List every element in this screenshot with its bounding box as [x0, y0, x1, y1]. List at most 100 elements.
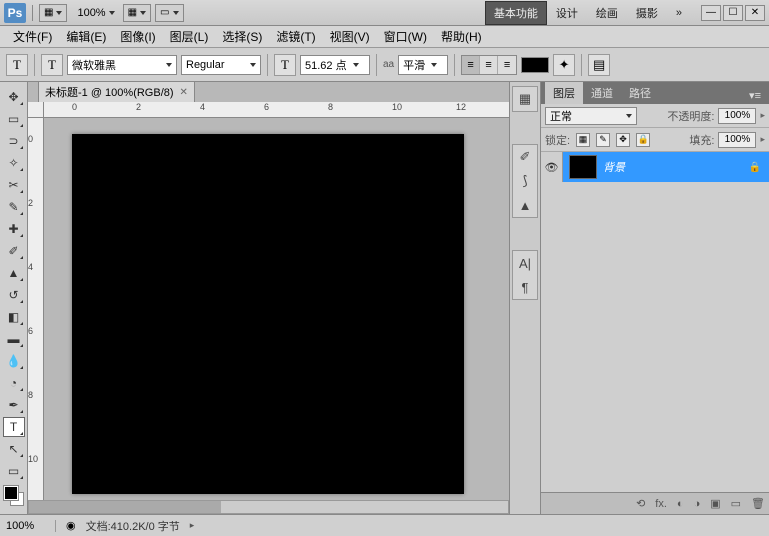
workspace-switcher: 基本功能 设计 绘画 摄影 » — ☐ ✕ — [485, 1, 765, 25]
document-tab[interactable]: 未标题-1 @ 100%(RGB/8) ✕ — [38, 81, 195, 103]
lock-transparent-icon[interactable]: ▦ — [576, 133, 590, 147]
lock-label: 锁定: — [545, 132, 570, 148]
current-tool-icon[interactable]: T — [6, 54, 28, 76]
align-center-button[interactable]: ≡ — [480, 56, 498, 74]
title-zoom[interactable]: 100% — [77, 7, 105, 19]
layer-lock-icon: 🔒 — [749, 162, 761, 173]
new-layer-icon[interactable]: ▭ — [731, 497, 741, 510]
workspace-tab-basic[interactable]: 基本功能 — [485, 1, 547, 25]
character-panel-icon[interactable]: A| — [515, 254, 535, 272]
panel-menu-icon[interactable]: ▾≡ — [745, 87, 765, 104]
brush-presets-icon[interactable]: ⟆ — [515, 172, 535, 190]
menu-file[interactable]: 文件(F) — [6, 28, 59, 45]
eraser-tool[interactable]: ◧ — [3, 307, 25, 327]
blend-mode-select[interactable]: 正常 — [545, 107, 637, 125]
menu-view[interactable]: 视图(V) — [323, 28, 377, 45]
window-close-button[interactable]: ✕ — [745, 5, 765, 21]
menu-select[interactable]: 选择(S) — [215, 28, 269, 45]
warp-text-button[interactable]: ✦ — [553, 54, 575, 76]
dodge-tool[interactable]: ◔ — [3, 373, 25, 393]
layers-tab[interactable]: 图层 — [545, 82, 583, 104]
align-left-button[interactable]: ≡ — [462, 56, 480, 74]
pen-tool[interactable]: ✒ — [3, 395, 25, 415]
status-zoom[interactable]: 100% — [6, 520, 56, 532]
layer-fx-icon[interactable]: fx. — [655, 498, 667, 510]
font-family-select[interactable]: 微软雅黑 — [67, 55, 177, 75]
antialias-select[interactable]: 平滑 — [398, 55, 448, 75]
ruler-vertical[interactable]: 0 2 4 6 8 10 — [28, 118, 44, 514]
fill-label: 填充: — [689, 132, 714, 148]
toolbox: ✥ ▭ ⊃ ✧ ✂ ✎ ✚ ✐ ▲ ↺ ◧ ▬ 💧 ◔ ✒ T ↖ ▭ — [0, 82, 28, 514]
menu-help[interactable]: 帮助(H) — [434, 28, 489, 45]
workspace-more[interactable]: » — [667, 3, 691, 23]
status-doc-info[interactable]: 文档:410.2K/0 字节 — [86, 518, 180, 534]
font-style-select[interactable]: Regular — [181, 55, 261, 75]
lock-position-icon[interactable]: ✥ — [616, 133, 630, 147]
marquee-tool[interactable]: ▭ — [3, 109, 25, 129]
visibility-toggle[interactable]: 👁 — [541, 152, 563, 182]
path-select-tool[interactable]: ↖ — [3, 439, 25, 459]
canvas[interactable] — [72, 134, 464, 494]
text-align-group: ≡ ≡ ≡ — [461, 55, 517, 75]
close-tab-icon[interactable]: ✕ — [180, 87, 188, 98]
ruler-horizontal[interactable]: 0 2 4 6 8 10 12 — [44, 102, 509, 118]
lock-pixels-icon[interactable]: ✎ — [596, 133, 610, 147]
blur-tool[interactable]: 💧 — [3, 351, 25, 371]
delete-layer-icon[interactable]: 🗑 — [751, 497, 765, 510]
layer-name[interactable]: 背景 — [603, 159, 749, 175]
bridge-button[interactable]: ▦ — [39, 4, 67, 22]
shape-tool[interactable]: ▭ — [3, 461, 25, 481]
workspace-tab-photo[interactable]: 摄影 — [627, 1, 667, 25]
brush-tool[interactable]: ✐ — [3, 241, 25, 261]
character-panel-button[interactable]: ▤ — [588, 54, 610, 76]
lasso-tool[interactable]: ⊃ — [3, 131, 25, 151]
menu-edit[interactable]: 编辑(E) — [59, 28, 113, 45]
color-swatch[interactable] — [4, 486, 24, 506]
paragraph-panel-icon[interactable]: ¶ — [515, 278, 535, 296]
menu-window[interactable]: 窗口(W) — [377, 28, 434, 45]
adjustment-layer-icon[interactable]: ◑ — [694, 498, 701, 510]
horizontal-scrollbar[interactable] — [28, 500, 509, 514]
menu-bar: 文件(F) 编辑(E) 图像(I) 图层(L) 选择(S) 滤镜(T) 视图(V… — [0, 26, 769, 48]
lock-all-icon[interactable]: 🔒 — [636, 133, 650, 147]
layer-row[interactable]: 👁 背景 🔒 — [541, 152, 769, 182]
type-tool[interactable]: T — [3, 417, 25, 437]
ruler-origin[interactable] — [28, 102, 44, 118]
eyedropper-tool[interactable]: ✎ — [3, 197, 25, 217]
workspace-tab-design[interactable]: 设计 — [547, 1, 587, 25]
magic-wand-tool[interactable]: ✧ — [3, 153, 25, 173]
fill-value[interactable]: 100% — [718, 132, 756, 148]
workspace-tab-painting[interactable]: 绘画 — [587, 1, 627, 25]
crop-tool[interactable]: ✂ — [3, 175, 25, 195]
paths-tab[interactable]: 路径 — [621, 82, 659, 104]
text-orientation-button[interactable]: T — [41, 54, 63, 76]
view-extras-button[interactable]: ▦ — [123, 4, 151, 22]
layer-mask-icon[interactable]: ◐ — [677, 498, 684, 510]
text-color-swatch[interactable] — [521, 57, 549, 73]
font-size-select[interactable]: 51.62 点 — [300, 55, 370, 75]
align-right-button[interactable]: ≡ — [498, 56, 516, 74]
brush-panel-icon[interactable]: ✐ — [515, 148, 535, 166]
move-tool[interactable]: ✥ — [3, 87, 25, 107]
gradient-tool[interactable]: ▬ — [3, 329, 25, 349]
opacity-value[interactable]: 100% — [718, 108, 756, 124]
clone-source-icon[interactable]: ▲ — [515, 196, 535, 214]
window-min-button[interactable]: — — [701, 5, 721, 21]
menu-image[interactable]: 图像(I) — [113, 28, 162, 45]
stamp-tool[interactable]: ▲ — [3, 263, 25, 283]
history-panel-icon[interactable]: ▦ — [515, 90, 535, 108]
aa-label: aa — [383, 59, 394, 70]
layer-group-icon[interactable]: ▣ — [710, 497, 720, 510]
app-logo[interactable]: Ps — [4, 3, 26, 23]
healing-tool[interactable]: ✚ — [3, 219, 25, 239]
status-info-icon[interactable]: ◉ — [66, 519, 76, 532]
window-max-button[interactable]: ☐ — [723, 5, 743, 21]
link-layers-icon[interactable]: ⟲ — [636, 497, 645, 510]
menu-filter[interactable]: 滤镜(T) — [269, 28, 322, 45]
history-brush-tool[interactable]: ↺ — [3, 285, 25, 305]
screen-mode-button[interactable]: ▭ — [155, 4, 183, 22]
collapsed-panel-strip: ▦ ✐ ⟆ ▲ A| ¶ — [509, 82, 541, 514]
layer-thumbnail[interactable] — [569, 155, 597, 179]
channels-tab[interactable]: 通道 — [583, 82, 621, 104]
menu-layer[interactable]: 图层(L) — [163, 28, 216, 45]
